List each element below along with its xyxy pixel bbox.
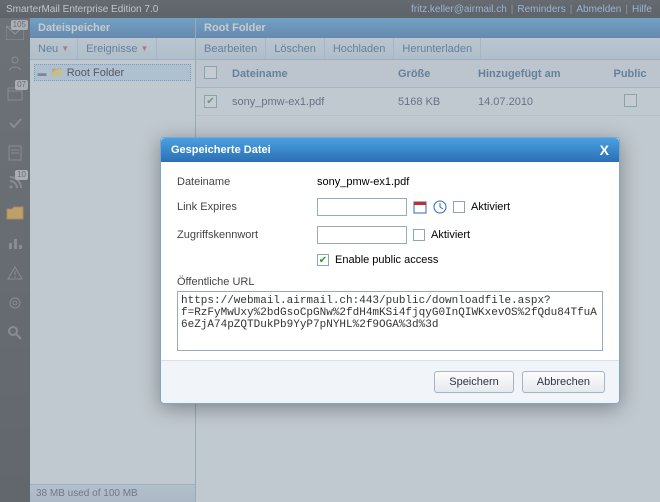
- label-password: Zugriffskennwort: [177, 229, 317, 241]
- alert-icon[interactable]: [4, 262, 26, 284]
- calendar-badge: 07: [15, 80, 28, 90]
- enable-public-checkbox[interactable]: ✔: [317, 254, 329, 266]
- edit-button[interactable]: Bearbeiten: [196, 38, 266, 59]
- link-expires-input[interactable]: [317, 198, 407, 216]
- topbar-reminders[interactable]: Reminders: [517, 4, 565, 15]
- settings-icon[interactable]: [4, 292, 26, 314]
- label-public-url: Öffentliche URL: [177, 276, 603, 288]
- value-filename: sony_pmw-ex1.pdf: [317, 176, 603, 188]
- row-public-checkbox[interactable]: [624, 94, 637, 107]
- nav-sidebar: 105 07 10: [0, 18, 30, 502]
- topbar-help[interactable]: Hilfe: [632, 4, 652, 15]
- content-toolbar: Bearbeiten Löschen Hochladen Herunterlad…: [196, 38, 660, 60]
- notes-icon[interactable]: [4, 142, 26, 164]
- delete-button[interactable]: Löschen: [266, 38, 325, 59]
- table-row[interactable]: ✔ sony_pmw-ex1.pdf 5168 KB 14.07.2010: [196, 88, 660, 116]
- contacts-icon[interactable]: [4, 52, 26, 74]
- dialog-titlebar[interactable]: Gespeicherte Datei X: [161, 138, 619, 162]
- content-title: Root Folder: [196, 18, 660, 38]
- mail-icon[interactable]: 105: [4, 22, 26, 44]
- new-button[interactable]: Neu▼: [30, 38, 78, 59]
- topbar-logout[interactable]: Abmelden: [576, 4, 621, 15]
- col-date[interactable]: Hinzugefügt am: [470, 68, 600, 80]
- left-toolbar: Neu▼ Ereignisse▼: [30, 38, 195, 60]
- tasks-icon[interactable]: [4, 112, 26, 134]
- mail-badge: 105: [11, 20, 28, 30]
- save-button[interactable]: Speichern: [434, 371, 514, 393]
- reports-icon[interactable]: [4, 232, 26, 254]
- label-filename: Dateiname: [177, 176, 317, 188]
- col-size[interactable]: Größe: [390, 68, 470, 80]
- label-link-expires: Link Expires: [177, 201, 317, 213]
- tree-collapse-icon[interactable]: ▬: [37, 68, 47, 78]
- app-title: SmarterMail Enterprise Edition 7.0: [6, 4, 158, 15]
- password-input[interactable]: [317, 226, 407, 244]
- dropdown-icon: ▼: [140, 44, 148, 53]
- select-all-checkbox[interactable]: [204, 66, 217, 79]
- row-checkbox[interactable]: ✔: [204, 95, 217, 108]
- enable-public-label: Enable public access: [335, 254, 438, 266]
- clock-icon[interactable]: [433, 200, 447, 214]
- password-activated-checkbox[interactable]: [413, 229, 425, 241]
- cell-date: 14.07.2010: [470, 96, 600, 108]
- filestorage-icon[interactable]: [4, 202, 26, 224]
- stored-file-dialog: Gespeicherte Datei X Dateiname sony_pmw-…: [160, 137, 620, 404]
- events-button[interactable]: Ereignisse▼: [78, 38, 157, 59]
- calendar-picker-icon[interactable]: [413, 200, 427, 214]
- cell-size: 5168 KB: [390, 96, 470, 108]
- grid-header: Dateiname Größe Hinzugefügt am Public: [196, 60, 660, 88]
- public-url-textarea[interactable]: [177, 291, 603, 351]
- expires-activated-checkbox[interactable]: [453, 201, 465, 213]
- rss-badge: 10: [15, 170, 28, 180]
- left-panel-title: Dateispeicher: [30, 18, 195, 38]
- upload-button[interactable]: Hochladen: [325, 38, 395, 59]
- rss-icon[interactable]: 10: [4, 172, 26, 194]
- search-icon[interactable]: [4, 322, 26, 344]
- cell-name: sony_pmw-ex1.pdf: [224, 96, 390, 108]
- close-icon[interactable]: X: [600, 143, 609, 157]
- expires-activated-label: Aktiviert: [471, 201, 510, 213]
- app-topbar: SmarterMail Enterprise Edition 7.0 fritz…: [0, 0, 660, 18]
- calendar-icon[interactable]: 07: [4, 82, 26, 104]
- cancel-button[interactable]: Abbrechen: [522, 371, 605, 393]
- col-public[interactable]: Public: [600, 68, 660, 80]
- dialog-title-text: Gespeicherte Datei: [171, 144, 271, 156]
- tree-label: Root Folder: [67, 67, 124, 79]
- storage-status: 38 MB used of 100 MB: [30, 484, 195, 502]
- dropdown-icon: ▼: [61, 44, 69, 53]
- topbar-user[interactable]: fritz.keller@airmail.ch: [411, 4, 507, 15]
- password-activated-label: Aktiviert: [431, 229, 470, 241]
- col-name[interactable]: Dateiname: [224, 68, 390, 80]
- tree-root-folder[interactable]: ▬ 📁 Root Folder: [34, 64, 191, 81]
- download-button[interactable]: Herunterladen: [394, 38, 481, 59]
- folder-icon: 📁: [50, 66, 64, 79]
